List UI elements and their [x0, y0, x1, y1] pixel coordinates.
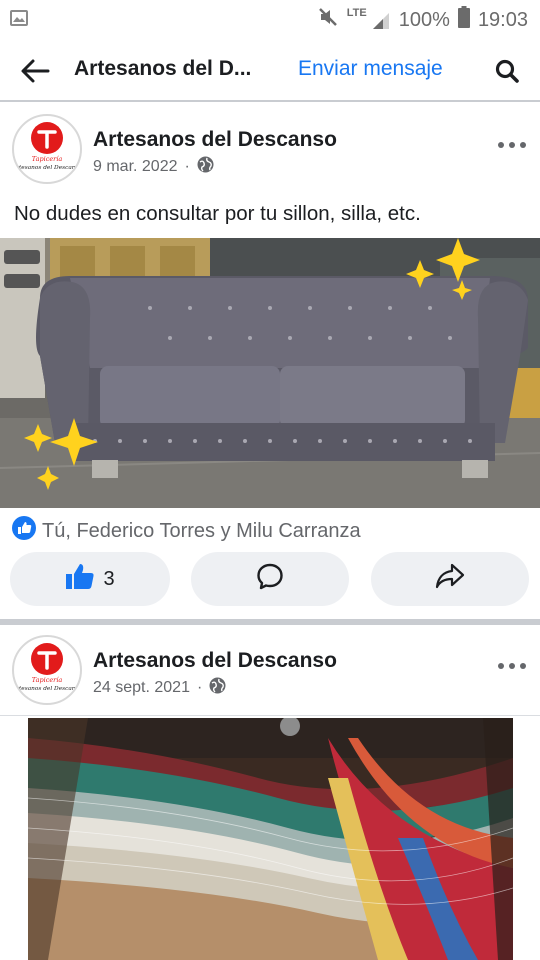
send-message-button[interactable]: Enviar mensaje: [298, 57, 443, 81]
more-icon[interactable]: [498, 138, 526, 152]
meta-separator: ·: [196, 679, 203, 696]
avatar[interactable]: Tapicería Artesanos del Descanso: [12, 635, 82, 705]
post: Tapicería Artesanos del Descanso Artesan…: [0, 625, 540, 960]
back-arrow-icon[interactable]: [18, 54, 52, 88]
tapiceria-logo: Tapicería Artesanos del Descanso: [14, 643, 80, 692]
post-photo[interactable]: [0, 238, 540, 508]
comment-icon: [256, 562, 284, 596]
status-bar: LTE 100% 19:03: [0, 0, 540, 38]
header-separator: [0, 715, 540, 716]
meta-separator: ·: [184, 158, 190, 175]
network-label: LTE: [346, 7, 367, 19]
post-date[interactable]: 9 mar. 2022: [93, 158, 178, 176]
signal-icon: LTE: [347, 7, 391, 33]
share-icon: [435, 563, 465, 595]
svg-text:Tapicería: Tapicería: [32, 676, 63, 684]
more-icon[interactable]: [498, 659, 526, 673]
svg-text:Artesanos del Descanso: Artesanos del Descanso: [14, 165, 80, 171]
avatar[interactable]: Tapicería Artesanos del Descanso: [12, 114, 82, 184]
like-reaction-icon: [12, 516, 36, 546]
like-icon: [65, 562, 95, 596]
battery-icon: [457, 6, 470, 34]
like-button[interactable]: 3: [10, 552, 170, 606]
post: Tapicería Artesanos del Descanso Artesan…: [0, 104, 540, 620]
globe-icon: [197, 156, 214, 178]
page-header: Artesanos del D... Enviar mensaje: [0, 38, 540, 102]
clock: 19:03: [477, 8, 528, 31]
search-icon[interactable]: [494, 58, 520, 84]
globe-icon: [209, 677, 226, 699]
mute-icon: [317, 6, 339, 34]
reactions-summary[interactable]: Tú, Federico Torres y Milu Carranza: [42, 520, 361, 543]
svg-text:Tapicería: Tapicería: [32, 155, 63, 163]
svg-text:Artesanos del Descanso: Artesanos del Descanso: [14, 686, 80, 692]
post-text: No dudes en consultar por tu sillon, sil…: [14, 202, 421, 225]
post-photo[interactable]: [28, 718, 513, 960]
tapiceria-logo: Tapicería Artesanos del Descanso: [14, 122, 80, 171]
post-date[interactable]: 24 sept. 2021: [93, 679, 190, 697]
page-title: Artesanos del D...: [74, 57, 252, 80]
battery-percent: 100%: [398, 8, 450, 31]
post-author[interactable]: Artesanos del Descanso: [93, 649, 337, 673]
post-author[interactable]: Artesanos del Descanso: [93, 128, 337, 152]
share-button[interactable]: [371, 552, 529, 606]
comment-button[interactable]: [191, 552, 349, 606]
picture-icon: [10, 10, 28, 31]
like-count: 3: [103, 567, 115, 590]
